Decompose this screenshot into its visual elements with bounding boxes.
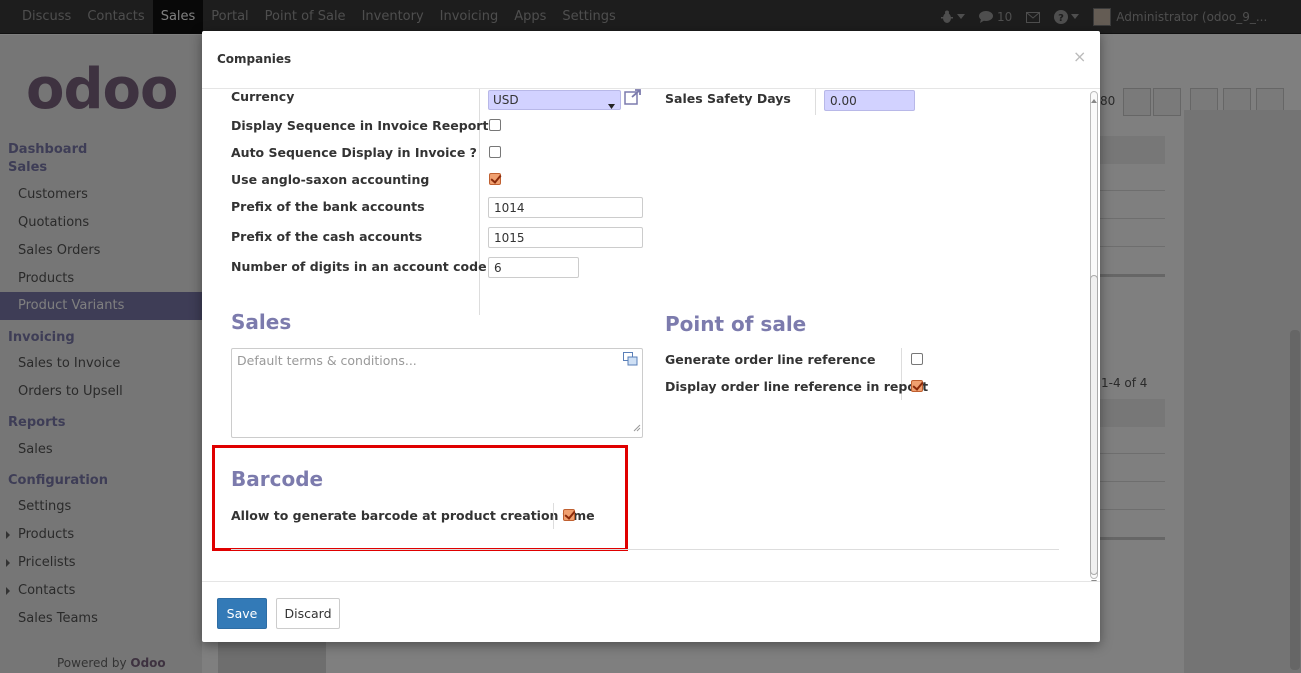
gen-order-line-label: Generate order line reference	[665, 352, 876, 367]
barcode-section-title: Barcode	[231, 467, 324, 491]
auto-seq-checkbox[interactable]	[489, 146, 501, 158]
bank-prefix-input[interactable]: 1014	[488, 197, 643, 218]
display-order-line-label: Display order line reference in report	[665, 379, 929, 394]
section-divider	[231, 549, 1059, 550]
field-separator	[815, 89, 816, 115]
dialog-title: Companies	[217, 52, 292, 66]
discard-button[interactable]: Discard	[276, 598, 340, 629]
close-icon[interactable]: ×	[1073, 47, 1086, 66]
display-order-line-checkbox[interactable]	[911, 380, 923, 392]
dialog-scrollbar[interactable]	[1088, 89, 1100, 581]
scroll-up-icon[interactable]	[1091, 92, 1097, 107]
dialog-header: Companies ×	[202, 31, 1100, 89]
currency-select[interactable]: USD	[488, 90, 621, 110]
field-separator	[553, 503, 554, 529]
chevron-down-icon	[608, 98, 615, 112]
cash-prefix-input[interactable]: 1015	[488, 227, 643, 248]
sales-safety-label: Sales Safety Days	[665, 91, 791, 106]
external-link-icon[interactable]	[624, 89, 642, 109]
auto-seq-label: Auto Sequence Display in Invoice ?	[231, 145, 477, 160]
scroll-down-icon[interactable]	[1091, 573, 1097, 581]
digits-input[interactable]: 6	[488, 257, 579, 278]
terms-textarea[interactable]: Default terms & conditions...	[231, 348, 643, 438]
anglo-saxon-checkbox[interactable]	[489, 173, 501, 185]
terms-placeholder: Default terms & conditions...	[237, 353, 417, 368]
companies-dialog: Companies × Currency USD Sales Safety Da…	[202, 31, 1100, 642]
barcode-highlight-box	[212, 445, 628, 551]
dialog-footer: Save Discard	[202, 581, 1100, 642]
cash-prefix-label: Prefix of the cash accounts	[231, 229, 423, 244]
pos-section-title: Point of sale	[665, 312, 807, 336]
dialog-body: Currency USD Sales Safety Days 0.00 Disp…	[202, 89, 1100, 581]
display-seq-checkbox[interactable]	[489, 119, 501, 131]
sales-section-title: Sales	[231, 310, 292, 334]
digits-label: Number of digits in an account code	[231, 259, 487, 274]
barcode-label: Allow to generate barcode at product cre…	[231, 508, 595, 523]
anglo-saxon-label: Use anglo-saxon accounting	[231, 172, 430, 187]
bank-prefix-label: Prefix of the bank accounts	[231, 199, 425, 214]
resize-handle-icon[interactable]	[633, 421, 641, 436]
sales-safety-input[interactable]: 0.00	[824, 90, 915, 111]
currency-label: Currency	[231, 89, 295, 104]
currency-value: USD	[493, 93, 519, 107]
translate-icon[interactable]	[623, 352, 638, 370]
save-button[interactable]: Save	[217, 598, 267, 629]
display-seq-label: Display Sequence in Invoice Reeport ?	[231, 118, 501, 133]
barcode-checkbox[interactable]	[563, 509, 575, 521]
scrollbar-thumb[interactable]	[1090, 275, 1098, 575]
gen-order-line-checkbox[interactable]	[911, 353, 923, 365]
